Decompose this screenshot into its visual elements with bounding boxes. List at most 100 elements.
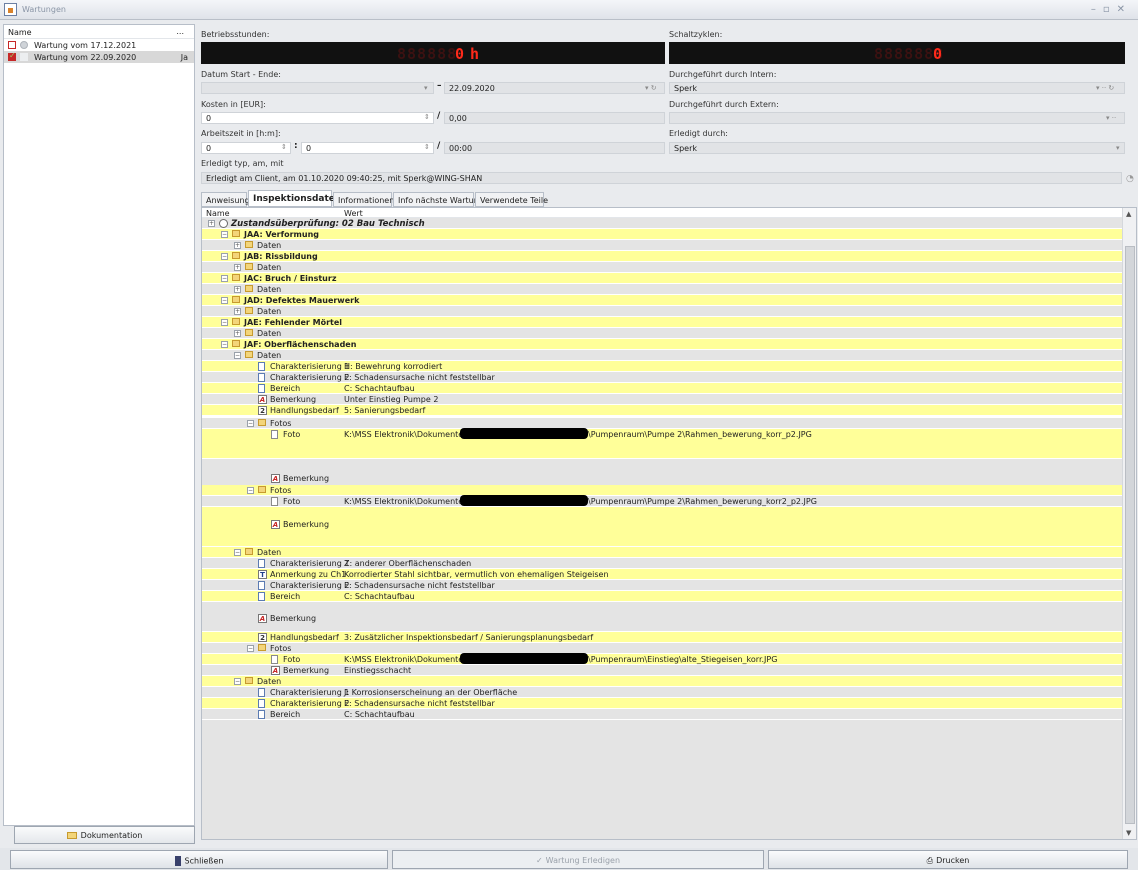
tab-informationen[interactable]: Informationen [333,192,394,207]
vertical-scrollbar[interactable]: ▲ ▼ [1122,208,1136,839]
dokumentation-button[interactable]: Dokumentation [14,826,195,844]
expand-collapse-icon[interactable]: + [234,264,241,271]
expand-collapse-icon[interactable]: − [221,253,228,260]
tree-row[interactable]: + Daten [202,306,1122,317]
tree-row[interactable]: Charakterisierung 2 E: Schadensursache ni… [202,372,1122,383]
tree-row[interactable]: A Bemerkung Einstiegsschacht [202,665,1122,676]
tree-row[interactable]: A Bemerkung [202,602,1122,632]
tab-verwendete-teile[interactable]: Verwendete Teile [475,192,548,207]
extern-select[interactable] [669,112,1125,124]
tree-row[interactable]: A Bemerkung Unter Einstieg Pumpe 2 [202,394,1122,405]
spin-icon[interactable]: ⇕ [424,113,430,121]
datum-start-field[interactable] [201,82,434,94]
chevron-down-icon[interactable]: ▾ [424,84,428,92]
tree-row[interactable]: − JAA: Verformung [202,229,1122,240]
tree-row[interactable]: Bereich C: Schachtaufbau [202,383,1122,394]
expand-collapse-icon[interactable]: + [234,242,241,249]
expand-collapse-icon[interactable]: − [234,352,241,359]
expand-collapse-icon[interactable]: − [247,645,254,652]
chevron-down-icon[interactable]: ▾ ↻ [645,84,657,92]
tree-row[interactable]: Charakterisierung 1 J: Korrosionserschein… [202,687,1122,698]
tree-row[interactable]: T Anmerkung zu Ch1 Korrodierter Stahl sich… [202,569,1122,580]
tab-info-naechste-wartung[interactable]: Info nächste Wartung [393,192,484,207]
arbeitszeit-minutes-input[interactable]: 0 [301,142,434,154]
tree-row[interactable]: + Daten [202,262,1122,273]
tree-node-value: H: Bewehrung korrodiert [344,362,443,371]
checked-checkbox-icon[interactable] [8,51,16,61]
list-item-selected[interactable]: Wartung vom 22.09.2020 Ja [4,51,194,63]
expand-collapse-icon[interactable]: − [221,275,228,282]
tree-row[interactable]: − Daten [202,350,1122,361]
tree-row[interactable]: Charakterisierung 1 H: Bewehrung korrodie… [202,361,1122,372]
tree-row[interactable]: − JAF: Oberflächenschaden [202,339,1122,350]
tree-row[interactable]: 2 Handlungsbedarf 3: Zusätzlicher Inspekti… [202,632,1122,643]
scroll-up-icon[interactable]: ▲ [1126,210,1131,218]
tab-inspektionsdaten[interactable]: Inspektionsdaten [248,190,341,207]
tree-row[interactable]: Charakterisierung 2 E: Schadensursache ni… [202,580,1122,591]
tree-row[interactable] [202,720,1122,839]
folder-icon [258,419,266,426]
erledigt-select[interactable]: Sperk [669,142,1125,154]
folder-icon [245,307,253,314]
tab-anweisung[interactable]: Anweisung [201,192,250,207]
expand-collapse-icon[interactable]: − [221,319,228,326]
expand-collapse-icon[interactable]: − [234,678,241,685]
kosten-input[interactable]: 0 [201,112,434,124]
tree-row[interactable]: A Bemerkung [202,507,1122,547]
tree-row[interactable]: − Fotos [202,485,1122,496]
drucken-button[interactable]: ⎙ Drucken [768,850,1128,869]
tree-row[interactable]: − Daten [202,676,1122,687]
tree-row[interactable]: Charakterisierung 2 E: Schadensursache ni… [202,698,1122,709]
tree-row[interactable]: − Fotos [202,643,1122,654]
chevron-down-icon[interactable]: ▾ [1116,144,1120,152]
list-item[interactable]: Wartung vom 17.12.2021 [4,39,194,51]
tree-row[interactable]: + Zustandsüberprüfung: 02 Bau Technisch [202,218,1122,229]
list-header-options-button[interactable]: ... [176,27,184,36]
tree-row[interactable]: Bereich C: Schachtaufbau [202,709,1122,720]
tree-row[interactable]: − JAC: Bruch / Einsturz [202,273,1122,284]
tree-row[interactable]: − Fotos [202,418,1122,429]
arbeitszeit-hours-input[interactable]: 0 [201,142,291,154]
tree-row[interactable]: + Daten [202,284,1122,295]
tree-row[interactable]: Charakterisierung 1 Z: anderer Oberfläche… [202,558,1122,569]
column-header-wert[interactable]: Wert [344,209,363,218]
tree-row[interactable]: 2 Handlungsbedarf 5: Sanierungsbedarf [202,405,1122,416]
arbeitszeit-colon: : [294,141,298,151]
tree-row[interactable]: Bereich C: Schachtaufbau [202,591,1122,602]
intern-select[interactable]: Sperk [669,82,1125,94]
window-controls[interactable]: –▫✕ [1091,4,1132,15]
expand-collapse-icon[interactable]: − [247,487,254,494]
expand-collapse-icon[interactable]: + [234,286,241,293]
column-header-name[interactable]: Name [206,209,230,218]
tree-row[interactable]: − Daten [202,547,1122,558]
expand-collapse-icon[interactable]: − [221,231,228,238]
tree-row[interactable]: + Daten [202,328,1122,339]
scrollbar-thumb[interactable] [1125,246,1135,824]
expand-collapse-icon[interactable]: + [234,330,241,337]
tree-row[interactable]: − JAD: Defektes Mauerwerk [202,295,1122,306]
expand-collapse-icon[interactable]: − [221,297,228,304]
scroll-down-icon[interactable]: ▼ [1126,829,1131,837]
tree-row[interactable]: + Daten [202,240,1122,251]
expand-collapse-icon[interactable]: − [234,549,241,556]
checkbox-icon[interactable] [8,41,16,49]
printer-icon: ⎙ [926,856,934,865]
expand-collapse-icon[interactable]: − [221,341,228,348]
expand-collapse-icon[interactable]: − [247,420,254,427]
tree-row[interactable]: − JAE: Fehlender Mörtel [202,317,1122,328]
refresh-icon[interactable]: ◔ [1126,174,1134,184]
spin-icon[interactable]: ⇕ [424,143,430,151]
chevron-down-icon[interactable]: ▾ ·· [1106,114,1116,122]
datum-end-field[interactable]: 22.09.2020 [444,82,665,94]
wartung-erledigen-button[interactable]: ✓ Wartung Erledigen [392,850,764,869]
chevron-down-icon[interactable]: ▾ ·· ↻ [1096,84,1114,92]
tree-row[interactable]: Foto K:\MSS Elektronik\Dokumente \Pumpenra… [202,653,1122,665]
expand-collapse-icon[interactable]: + [234,308,241,315]
tree-row[interactable]: Foto K:\MSS Elektronik\Dokumente \Pumpenra… [202,428,1122,459]
spin-icon[interactable]: ⇕ [281,143,287,151]
schliessen-button[interactable]: Schließen [10,850,388,869]
expand-collapse-icon[interactable]: + [208,220,215,227]
list-header[interactable]: Name ... [4,25,194,39]
tree-row[interactable]: Foto K:\MSS Elektronik\Dokumente \Pumpenra… [202,495,1122,507]
tree-row[interactable]: − JAB: Rissbildung [202,251,1122,262]
